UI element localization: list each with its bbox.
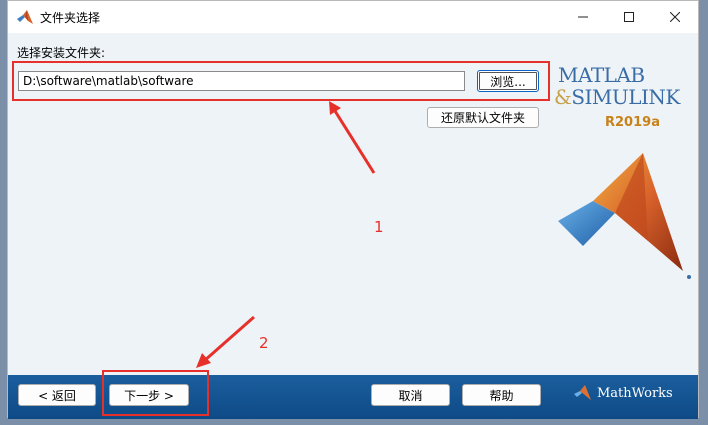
arrow-1 (329, 101, 376, 174)
footer-bar: < 返回 下一步 > 取消 帮助 MathWorks (8, 370, 698, 419)
arrow-2 (196, 315, 255, 368)
mathworks-brand-text: MathWorks (597, 385, 673, 401)
annotation-box-2 (102, 370, 209, 416)
mathworks-membrane-icon (574, 385, 591, 400)
help-button[interactable]: 帮助 (462, 384, 541, 406)
back-button[interactable]: < 返回 (18, 384, 96, 406)
folder-select-window: 文件夹选择 选择安装文件夹: 浏览... 还原默认文件夹 MATLAB &SIM… (7, 0, 699, 419)
mathworks-logo: MathWorks (574, 385, 673, 401)
cancel-button[interactable]: 取消 (371, 384, 450, 406)
annotation-arrows (196, 101, 376, 368)
